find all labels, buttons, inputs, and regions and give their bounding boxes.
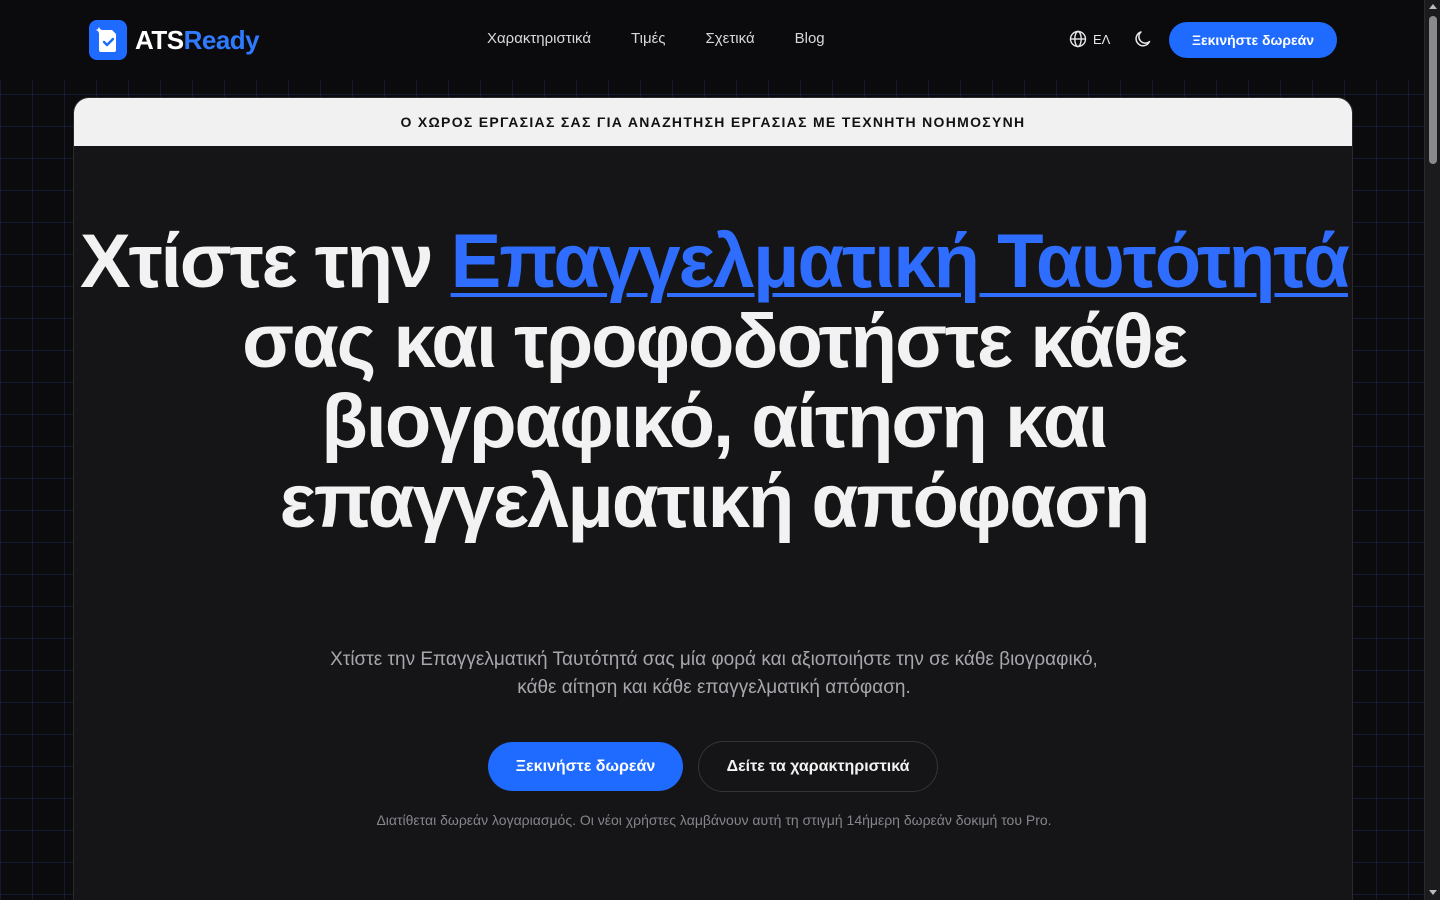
- headline-highlight: Επαγγελματική Ταυτότητά: [450, 219, 1350, 304]
- hero-subtitle: Χτίστε την Επαγγελματική Ταυτότητά σας μ…: [330, 649, 1098, 698]
- nav-link-blog[interactable]: Blog: [795, 30, 825, 47]
- start-free-button[interactable]: Ξεκινήστε δωρεάν: [488, 742, 683, 791]
- moon-icon: [1135, 31, 1151, 47]
- main-nav: Χαρακτηριστικά Τιμές Σχετικά Blog: [487, 30, 825, 47]
- free-trial-note: Διατίθεται δωρεάν λογαριασμός. Οι νέοι χ…: [376, 812, 1052, 828]
- hero-headline: Χτίστε την Επαγγελματική Ταυτότητά σας κ…: [74, 219, 1352, 544]
- theme-toggle[interactable]: [1133, 29, 1153, 54]
- logo-text-ats: ATS: [135, 24, 184, 55]
- headline-pre: Χτίστε την: [80, 219, 451, 304]
- logo-text-ready: Ready: [183, 24, 260, 55]
- scroll-down-arrow-icon[interactable]: [1429, 890, 1437, 895]
- nav-link-pricing[interactable]: Τιμές: [631, 30, 666, 47]
- language-switcher[interactable]: ΕΛ: [1069, 30, 1110, 48]
- document-check-icon: [89, 20, 127, 60]
- start-free-button-header[interactable]: Ξεκινήστε δωρεάν: [1169, 22, 1337, 58]
- hero-banner: Ο ΧΩΡΟΣ ΕΡΓΑΣΙΑΣ ΣΑΣ ΓΙΑ ΑΝΑΖΗΤΗΣΗ ΕΡΓΑΣ…: [74, 98, 1352, 146]
- logo[interactable]: ATSReady: [89, 20, 260, 60]
- view-features-button[interactable]: Δείτε τα χαρακτηριστικά: [698, 741, 938, 792]
- top-navbar: ATSReady Χαρακτηριστικά Τιμές Σχετικά Bl…: [0, 0, 1424, 80]
- logo-text: ATSReady: [135, 24, 260, 56]
- page-scrollbar[interactable]: [1424, 0, 1440, 900]
- scroll-up-arrow-icon[interactable]: [1429, 4, 1437, 9]
- nav-link-features[interactable]: Χαρακτηριστικά: [487, 30, 591, 47]
- headline-post: σας και τροφοδοτήστε κάθε βιογραφικό, αί…: [242, 299, 1188, 544]
- globe-icon: [1069, 30, 1087, 48]
- hero-card: Ο ΧΩΡΟΣ ΕΡΓΑΣΙΑΣ ΣΑΣ ΓΙΑ ΑΝΑΖΗΤΗΣΗ ΕΡΓΑΣ…: [73, 97, 1353, 900]
- scrollbar-thumb[interactable]: [1429, 16, 1437, 164]
- nav-link-about[interactable]: Σχετικά: [706, 30, 755, 47]
- language-label: ΕΛ: [1093, 31, 1111, 47]
